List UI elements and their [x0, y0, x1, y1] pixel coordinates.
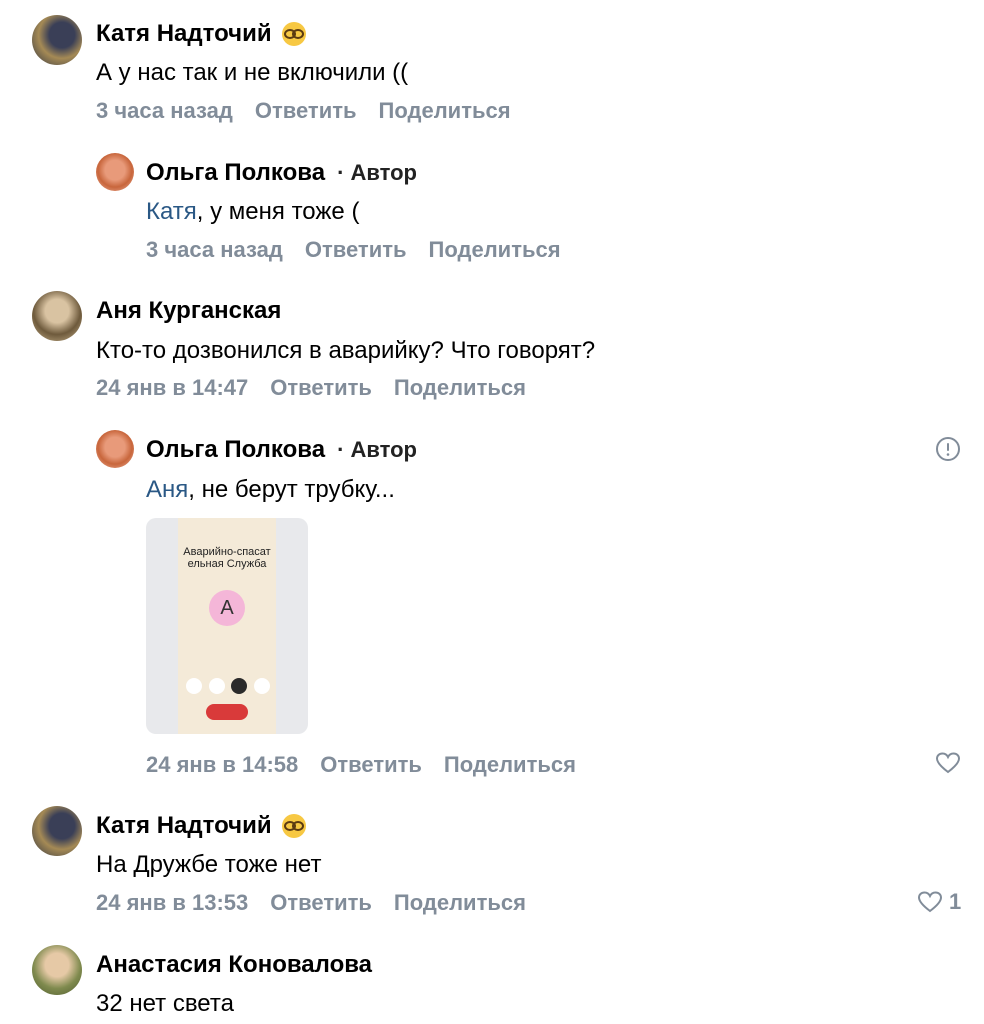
heart-icon	[917, 891, 943, 913]
share-button[interactable]: Поделиться	[394, 890, 526, 916]
comment-author[interactable]: Катя Надточий	[96, 812, 306, 840]
speaker-icon	[231, 678, 248, 694]
comment-time[interactable]: 24 янв в 14:47	[96, 375, 248, 401]
nerd-face-emoji-icon	[281, 814, 306, 838]
comment-time[interactable]: 3 часа назад	[146, 237, 283, 263]
comment-text: А у нас так и не включили ((	[96, 59, 409, 86]
comment-author[interactable]: Аня Курганская	[96, 297, 281, 325]
reply-button[interactable]: Ответить	[270, 375, 372, 401]
phone-screenshot: Аварийно-спасат ельная Служба А	[178, 518, 276, 734]
avatar[interactable]	[32, 945, 82, 995]
comment-meta: 3 часа назад Ответить Поделиться	[146, 237, 561, 263]
reply-button[interactable]: Ответить	[320, 752, 422, 778]
call-controls	[186, 678, 270, 694]
comment-time[interactable]: 3 часа назад	[96, 98, 233, 124]
comment-meta: 24 янв в 14:58 Ответить Поделиться	[146, 752, 576, 778]
nerd-face-emoji-icon	[281, 22, 306, 46]
comment-meta: 24 янв в 14:47 Ответить Поделиться	[96, 375, 526, 401]
comment-text: На Дружбе тоже нет	[96, 851, 322, 878]
avatar[interactable]	[96, 430, 134, 468]
comment-meta: 3 часа назад Ответить Поделиться	[96, 98, 511, 124]
comment-text: Кто-то дозвонился в аварийку? Что говоря…	[96, 337, 596, 364]
share-button[interactable]: Поделиться	[394, 375, 526, 401]
like-button[interactable]	[935, 751, 961, 775]
keypad-icon	[186, 678, 202, 694]
contact-avatar: А	[209, 590, 245, 626]
comment-author[interactable]: Ольга Полкова · Автор	[146, 436, 417, 464]
more-icon	[253, 678, 270, 694]
comment-author[interactable]: Катя Надточий	[96, 20, 306, 48]
comment-author[interactable]: Ольга Полкова · Автор	[146, 159, 417, 187]
reply-button[interactable]: Ответить	[305, 237, 407, 263]
call-title: Аварийно-спасат ельная Служба	[183, 546, 271, 570]
avatar[interactable]	[32, 15, 82, 65]
comment-meta: 24 янв в 13:53 Ответить Поделиться	[96, 890, 526, 916]
reply-button[interactable]: Ответить	[255, 98, 357, 124]
avatar[interactable]	[96, 153, 134, 191]
comment-author[interactable]: Анастасия Коновалова	[96, 951, 372, 979]
heart-icon	[935, 752, 961, 774]
share-button[interactable]: Поделиться	[379, 98, 511, 124]
end-call-icon	[206, 704, 248, 720]
comment-text: 32 нет света	[96, 990, 234, 1017]
image-attachment[interactable]: Аварийно-спасат ельная Служба А	[146, 518, 308, 734]
mention-link[interactable]: Катя	[146, 198, 197, 225]
reply-button[interactable]: Ответить	[270, 890, 372, 916]
report-icon[interactable]	[935, 436, 961, 467]
mic-icon	[208, 678, 225, 694]
comment-time[interactable]: 24 янв в 13:53	[96, 890, 248, 916]
author-badge: · Автор	[337, 160, 417, 185]
comment-text: Аня, не берут трубку...	[146, 476, 395, 503]
share-button[interactable]: Поделиться	[429, 237, 561, 263]
like-button[interactable]: 1	[917, 889, 961, 915]
avatar[interactable]	[32, 806, 82, 856]
author-badge: · Автор	[337, 437, 417, 462]
share-button[interactable]: Поделиться	[444, 752, 576, 778]
like-count: 1	[949, 889, 962, 914]
mention-link[interactable]: Аня	[146, 476, 188, 503]
comment-time[interactable]: 24 янв в 14:58	[146, 752, 298, 778]
avatar[interactable]	[32, 291, 82, 341]
comment-text: Катя, у меня тоже (	[146, 198, 360, 225]
